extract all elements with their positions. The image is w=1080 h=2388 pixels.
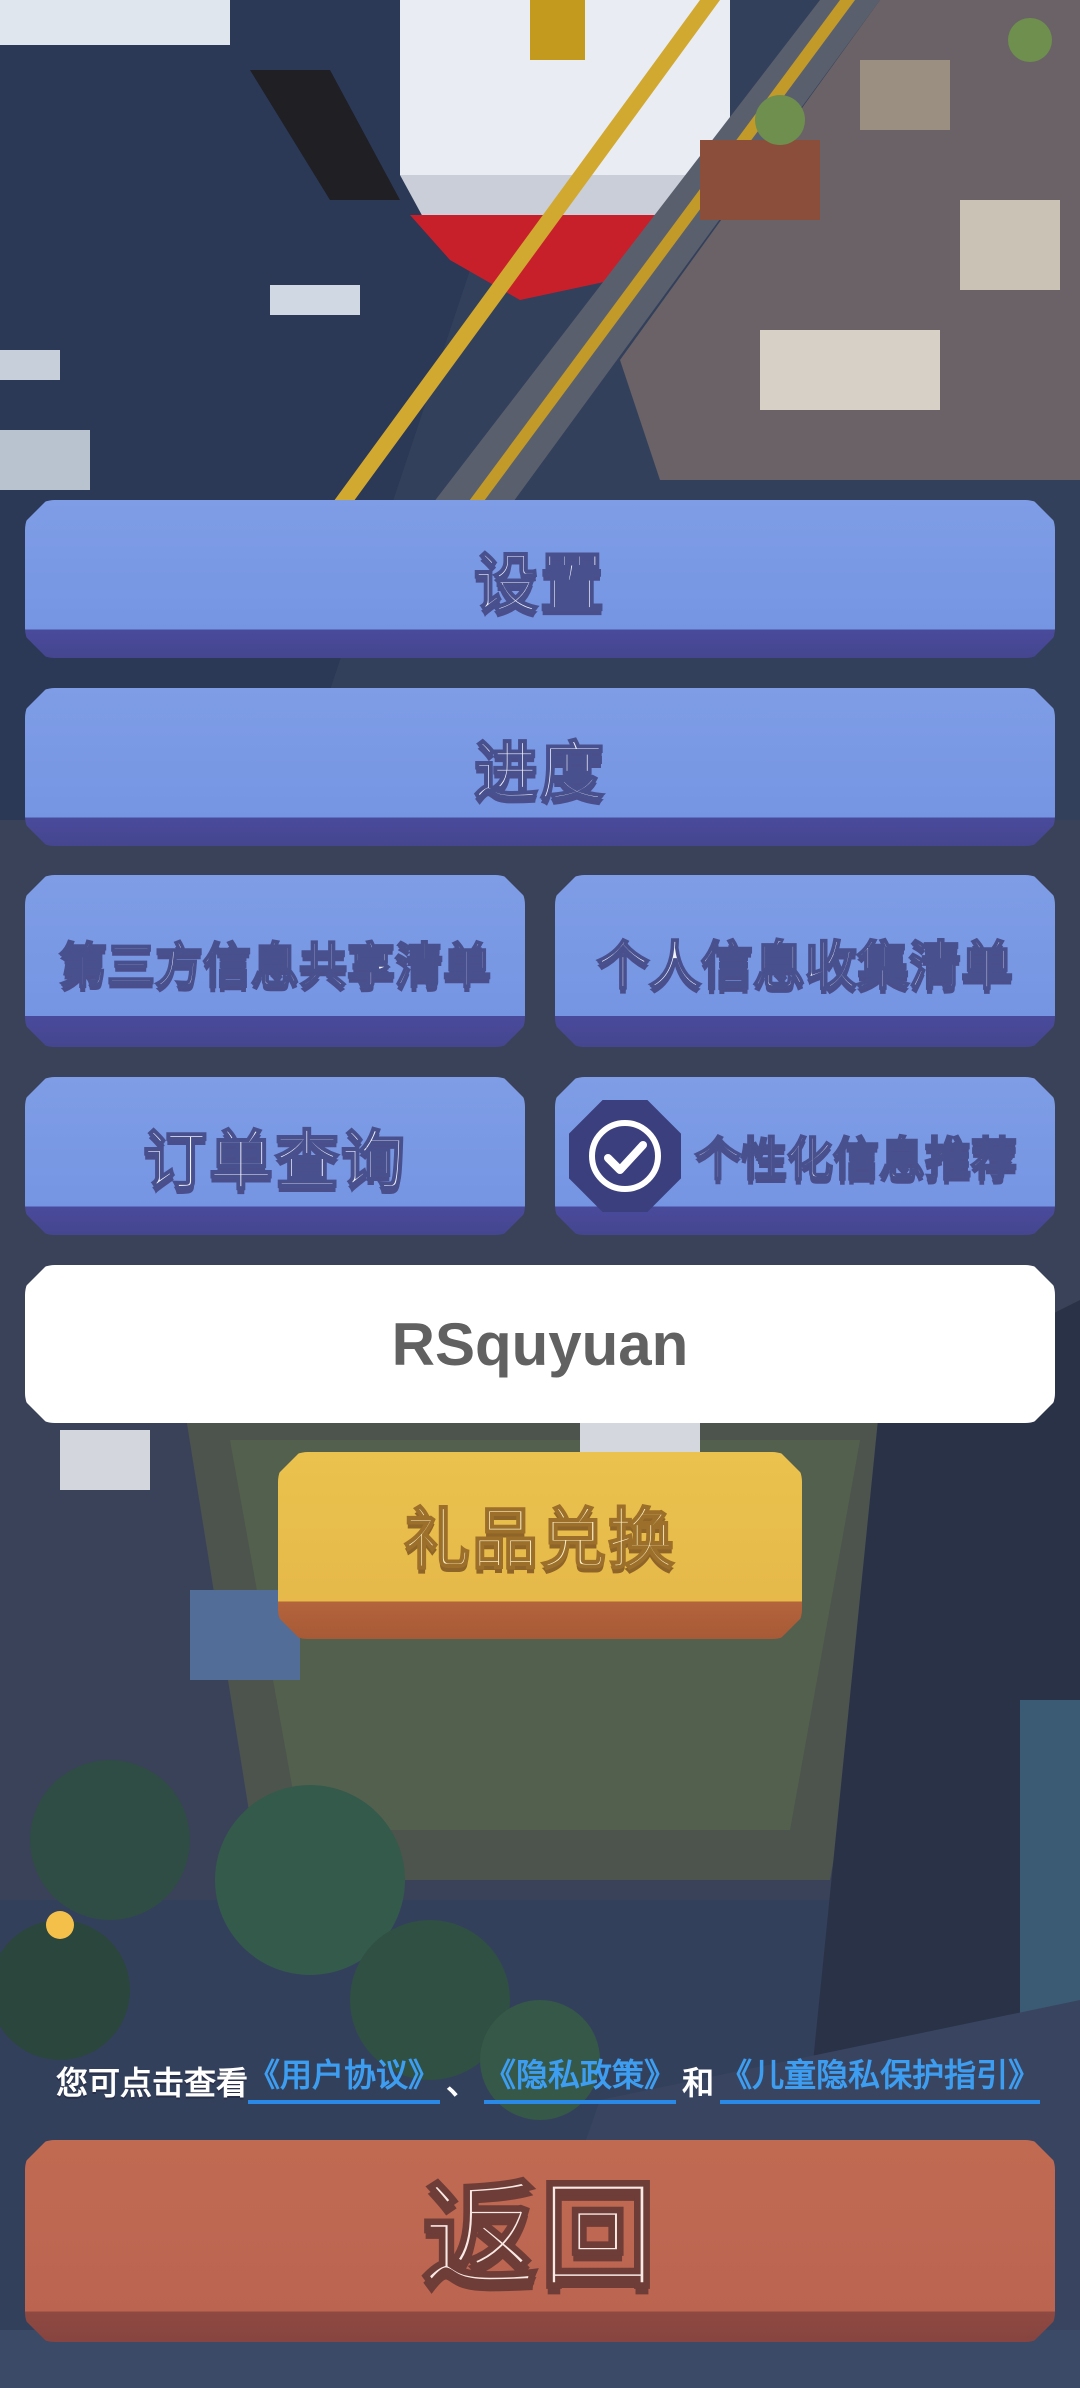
order-query-button[interactable]: 订单查询 bbox=[25, 1077, 525, 1235]
gift-exchange-button[interactable]: 礼品兑换 bbox=[278, 1452, 802, 1639]
progress-label: 进度 bbox=[474, 736, 606, 810]
agreement-separator: 、 bbox=[446, 2064, 479, 2102]
third-party-sharing-list-button[interactable]: 第三方信息共享清单 bbox=[25, 875, 525, 1047]
privacy-policy-link[interactable]: 《隐私政策》 bbox=[484, 2050, 677, 2104]
check-icon bbox=[569, 1100, 681, 1212]
child-privacy-link[interactable]: 《儿童隐私保护指引》 bbox=[720, 2050, 1041, 2104]
agreement-and: 和 bbox=[682, 2064, 715, 2102]
personal-info-collection-list-button[interactable]: 个人信息收集清单 bbox=[555, 875, 1055, 1047]
back-button[interactable]: 返回 bbox=[25, 2140, 1055, 2342]
personal-info-collection-list-label: 个人信息收集清单 bbox=[596, 936, 1013, 997]
progress-button[interactable]: 进度 bbox=[25, 688, 1055, 846]
agreement-prefix: 您可点击查看 bbox=[56, 2064, 249, 2102]
user-agreement-link[interactable]: 《用户协议》 bbox=[248, 2050, 441, 2104]
redeem-code-input[interactable]: RSquyuan bbox=[25, 1265, 1055, 1423]
back-label: 返回 bbox=[422, 2169, 658, 2304]
settings-button[interactable]: 设置 bbox=[25, 500, 1055, 658]
agreement-notice: 您可点击查看 《用户协议》 、 《隐私政策》 和 《儿童隐私保护指引》 bbox=[56, 2050, 1046, 2104]
order-query-label: 订单查询 bbox=[143, 1125, 407, 1199]
third-party-sharing-list-label: 第三方信息共享清单 bbox=[58, 938, 491, 994]
personalized-recommendation-toggle[interactable]: 个性化信息推荐 bbox=[555, 1077, 1055, 1235]
redeem-code-value: RSquyuan bbox=[391, 1310, 689, 1378]
settings-label: 设置 bbox=[474, 548, 606, 622]
gift-exchange-label: 礼品兑换 bbox=[404, 1500, 676, 1578]
personalized-recommendation-label: 个性化信息推荐 bbox=[695, 1132, 1017, 1186]
